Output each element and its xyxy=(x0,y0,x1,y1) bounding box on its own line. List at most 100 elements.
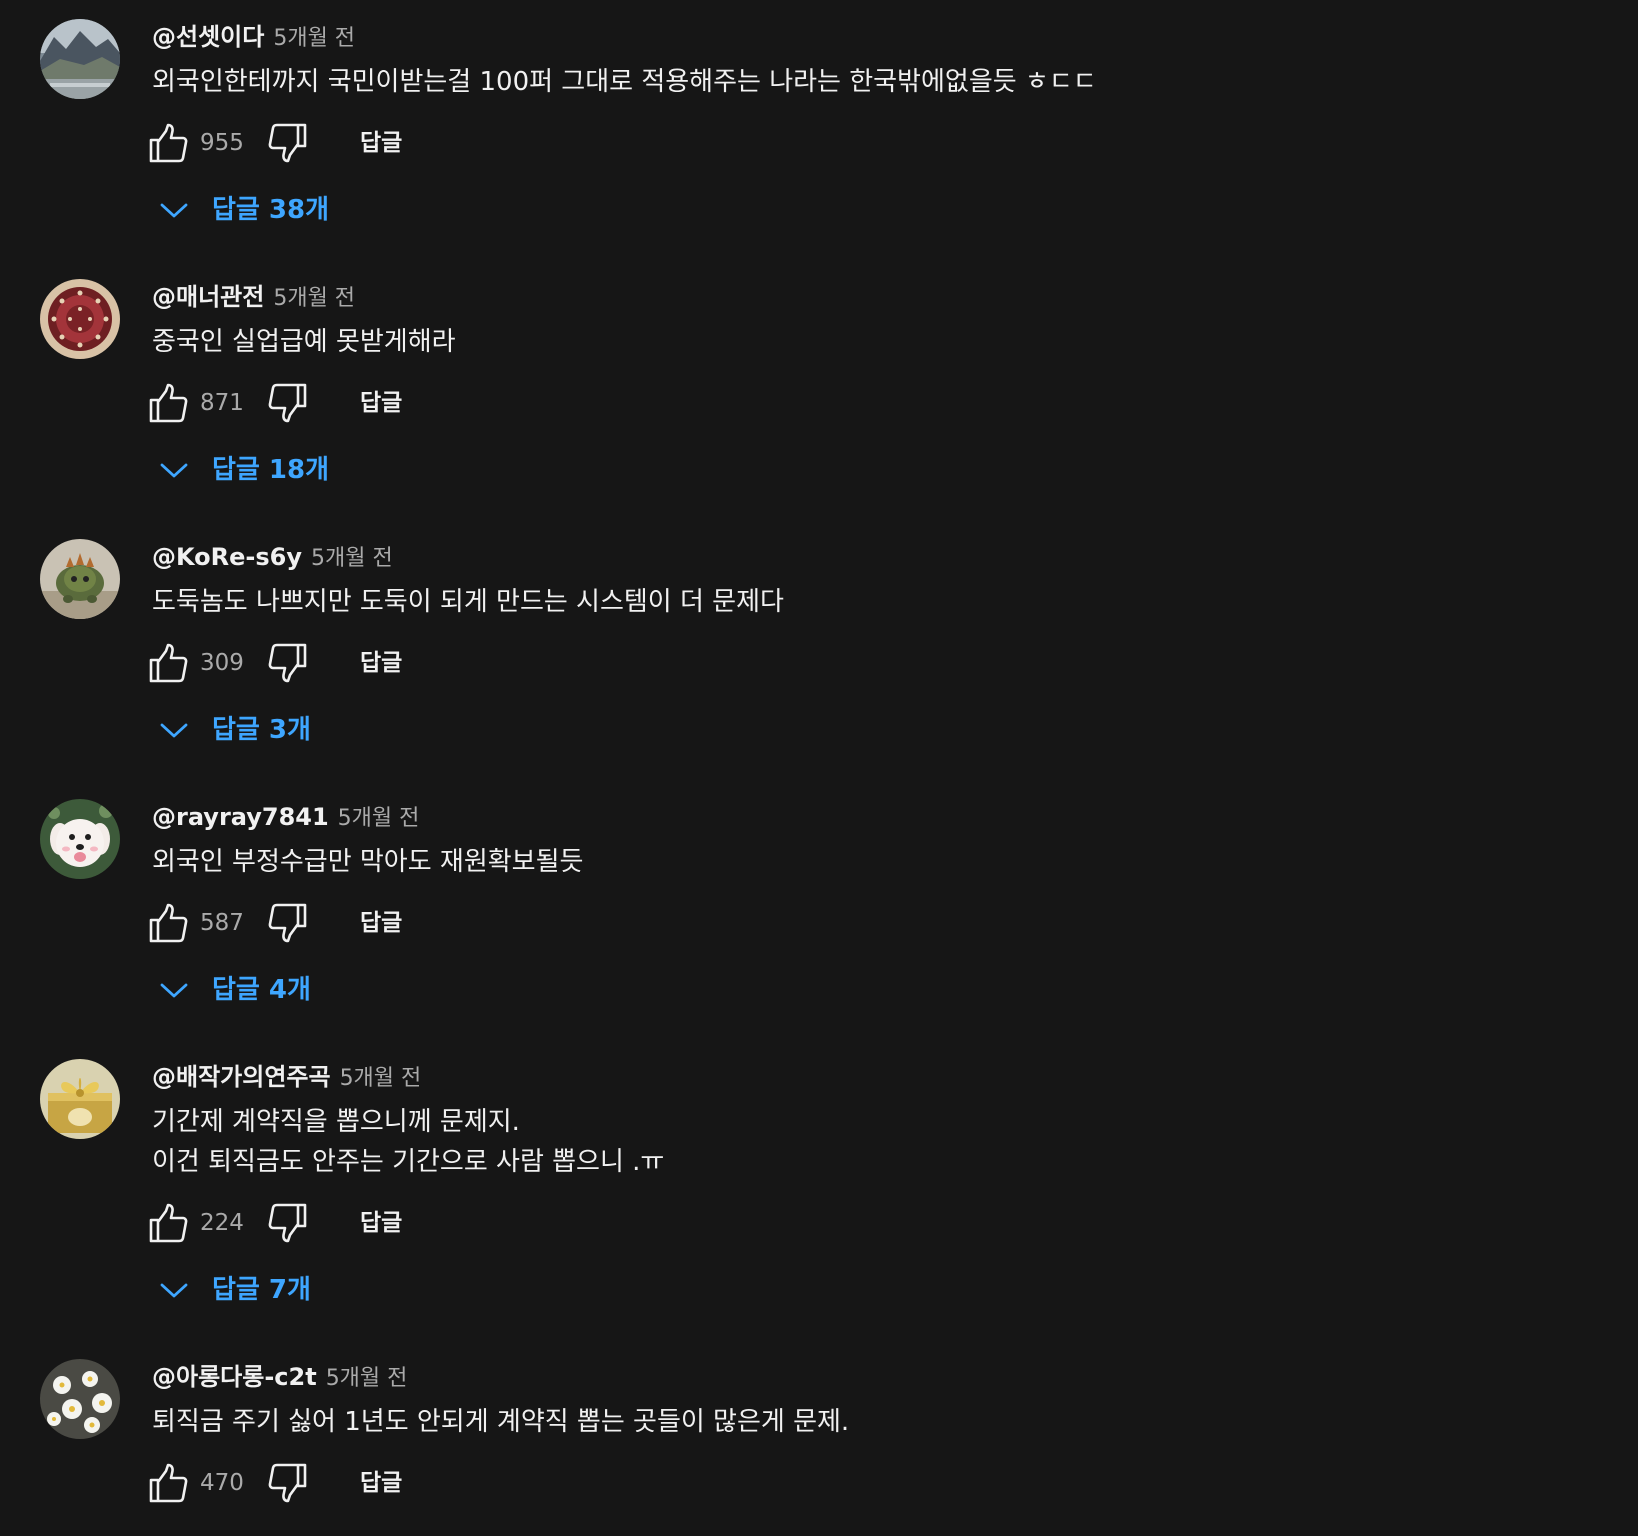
comment-text: 기간제 계약직을 뽑으니께 문제지. 이건 퇴직금도 안주는 기간으로 사람 뽑… xyxy=(152,1102,664,1182)
comment-header: @배작가의연주곡 5개월 전 xyxy=(152,1059,421,1095)
avatar[interactable] xyxy=(40,1059,120,1139)
comment-text: 외국인한테까지 국민이받는걸 100퍼 그대로 적용해주는 나라는 한국밖에없을… xyxy=(152,62,1097,102)
author-name[interactable]: @KoRe-s6y xyxy=(152,539,302,575)
thumbs-down-icon xyxy=(268,643,307,683)
comment-time[interactable]: 5개월 전 xyxy=(311,541,393,577)
comment-header: @KoRe-s6y 5개월 전 xyxy=(152,539,393,575)
comment-line: 중국인 실업급예 못받게해라 xyxy=(152,327,456,357)
view-replies-button[interactable]: 답글 3개 xyxy=(156,706,376,754)
replies-count-label: 답글 3개 xyxy=(212,715,311,745)
reply-button[interactable]: 답글 xyxy=(360,1465,402,1501)
comment-time[interactable]: 5개월 전 xyxy=(326,1361,408,1397)
thumbs-down-icon xyxy=(268,383,307,423)
like-button[interactable] xyxy=(148,902,188,944)
reply-button[interactable]: 답글 xyxy=(360,645,402,681)
creature-figure-avatar xyxy=(40,539,120,619)
thumbs-down-icon xyxy=(268,1203,307,1243)
dislike-button[interactable] xyxy=(268,642,308,684)
comments-section: @선셋이다 5개월 전 외국인한테까지 국민이받는걸 100퍼 그대로 적용해주… xyxy=(0,0,1638,1536)
replies-count-label: 답글 4개 xyxy=(212,975,311,1005)
comment-line: 도둑놈도 나쁘지만 도둑이 되게 만드는 시스템이 더 문제다 xyxy=(152,587,784,617)
gold-gift-box-avatar xyxy=(40,1059,120,1139)
like-button[interactable] xyxy=(148,642,188,684)
white-flowers-avatar xyxy=(40,1359,120,1439)
like-count: 587 xyxy=(200,910,244,936)
like-count: 955 xyxy=(200,130,244,156)
avatar[interactable] xyxy=(40,1359,120,1439)
author-name[interactable]: @아롱다롱-c2t xyxy=(152,1359,317,1395)
comment-text: 중국인 실업급예 못받게해라 xyxy=(152,322,456,362)
thumbs-down-icon xyxy=(268,123,307,163)
chevron-down-icon xyxy=(160,203,188,218)
replies-count-label: 답글 18개 xyxy=(212,455,329,485)
reply-button[interactable]: 답글 xyxy=(360,905,402,941)
comment-text: 퇴직금 주기 싫어 1년도 안되게 계약직 뽑는 곳들이 많은게 문제. xyxy=(152,1402,849,1442)
comment-actions: 224 답글 xyxy=(148,1199,448,1247)
thumbs-up-icon xyxy=(149,1463,188,1503)
comment-actions: 871 답글 xyxy=(148,379,448,427)
author-name[interactable]: @rayray7841 xyxy=(152,799,329,835)
author-name[interactable]: @배작가의연주곡 xyxy=(152,1059,331,1095)
comment-time[interactable]: 5개월 전 xyxy=(273,281,355,317)
thumbs-up-icon xyxy=(149,383,188,423)
chevron-down-icon xyxy=(160,723,188,738)
like-count: 871 xyxy=(200,390,244,416)
like-button[interactable] xyxy=(148,382,188,424)
comment-time[interactable]: 5개월 전 xyxy=(338,801,420,837)
white-puppy-avatar xyxy=(40,799,120,879)
reply-button[interactable]: 답글 xyxy=(360,125,402,161)
chevron-down-icon xyxy=(160,983,188,998)
comment-line: 기간제 계약직을 뽑으니께 문제지. xyxy=(152,1107,520,1137)
comment-header: @매너관전 5개월 전 xyxy=(152,279,355,315)
author-name[interactable]: @매너관전 xyxy=(152,279,264,315)
reply-button[interactable]: 답글 xyxy=(360,1205,402,1241)
avatar[interactable] xyxy=(40,279,120,359)
view-replies-button[interactable]: 답글 7개 xyxy=(156,1266,376,1314)
replies-count-label: 답글 7개 xyxy=(212,1275,311,1305)
comment-line: 외국인 부정수급만 막아도 재원확보될듯 xyxy=(152,847,584,877)
dislike-button[interactable] xyxy=(268,382,308,424)
avatar[interactable] xyxy=(40,19,120,99)
reply-button[interactable]: 답글 xyxy=(360,385,402,421)
chevron-down-icon xyxy=(160,1283,188,1298)
like-count: 224 xyxy=(200,1210,244,1236)
chevron-down-icon xyxy=(160,463,188,478)
comment-time[interactable]: 5개월 전 xyxy=(273,21,355,57)
like-count: 309 xyxy=(200,650,244,676)
author-name[interactable]: @선셋이다 xyxy=(152,19,264,55)
thumbs-up-icon xyxy=(149,643,188,683)
comment-actions: 955 답글 xyxy=(148,119,448,167)
red-pattern-avatar xyxy=(40,279,120,359)
dislike-button[interactable] xyxy=(268,902,308,944)
comment-actions: 470 답글 xyxy=(148,1459,448,1507)
like-count: 470 xyxy=(200,1470,244,1496)
comment-text: 도둑놈도 나쁘지만 도둑이 되게 만드는 시스템이 더 문제다 xyxy=(152,582,784,622)
dislike-button[interactable] xyxy=(268,1462,308,1504)
dislike-button[interactable] xyxy=(268,122,308,164)
comment-actions: 309 답글 xyxy=(148,639,448,687)
view-replies-button[interactable]: 답글 18개 xyxy=(156,446,376,494)
comment-text: 외국인 부정수급만 막아도 재원확보될듯 xyxy=(152,842,583,882)
view-replies-button[interactable]: 답글 38개 xyxy=(156,186,376,234)
comment-header: @아롱다롱-c2t 5개월 전 xyxy=(152,1359,407,1395)
avatar[interactable] xyxy=(40,539,120,619)
avatar[interactable] xyxy=(40,799,120,879)
comment-actions: 587 답글 xyxy=(148,899,448,947)
view-replies-button[interactable]: 답글 4개 xyxy=(156,966,376,1014)
like-button[interactable] xyxy=(148,1202,188,1244)
comment-header: @rayray7841 5개월 전 xyxy=(152,799,419,835)
comment-header: @선셋이다 5개월 전 xyxy=(152,19,355,55)
mountain-landscape-avatar xyxy=(40,19,120,99)
comment-line: 이건 퇴직금도 안주는 기간으로 사람 뽑으니 .ㅠ xyxy=(152,1147,665,1177)
thumbs-down-icon xyxy=(268,1463,307,1503)
comment-line: 퇴직금 주기 싫어 1년도 안되게 계약직 뽑는 곳들이 많은게 문제. xyxy=(152,1407,850,1437)
comment-line: 외국인한테까지 국민이받는걸 100퍼 그대로 적용해주는 나라는 한국밖에없을… xyxy=(152,67,1097,97)
thumbs-up-icon xyxy=(149,903,188,943)
thumbs-up-icon xyxy=(149,123,188,163)
like-button[interactable] xyxy=(148,122,188,164)
dislike-button[interactable] xyxy=(268,1202,308,1244)
thumbs-down-icon xyxy=(268,903,307,943)
like-button[interactable] xyxy=(148,1462,188,1504)
replies-count-label: 답글 38개 xyxy=(212,195,329,225)
comment-time[interactable]: 5개월 전 xyxy=(340,1061,422,1097)
